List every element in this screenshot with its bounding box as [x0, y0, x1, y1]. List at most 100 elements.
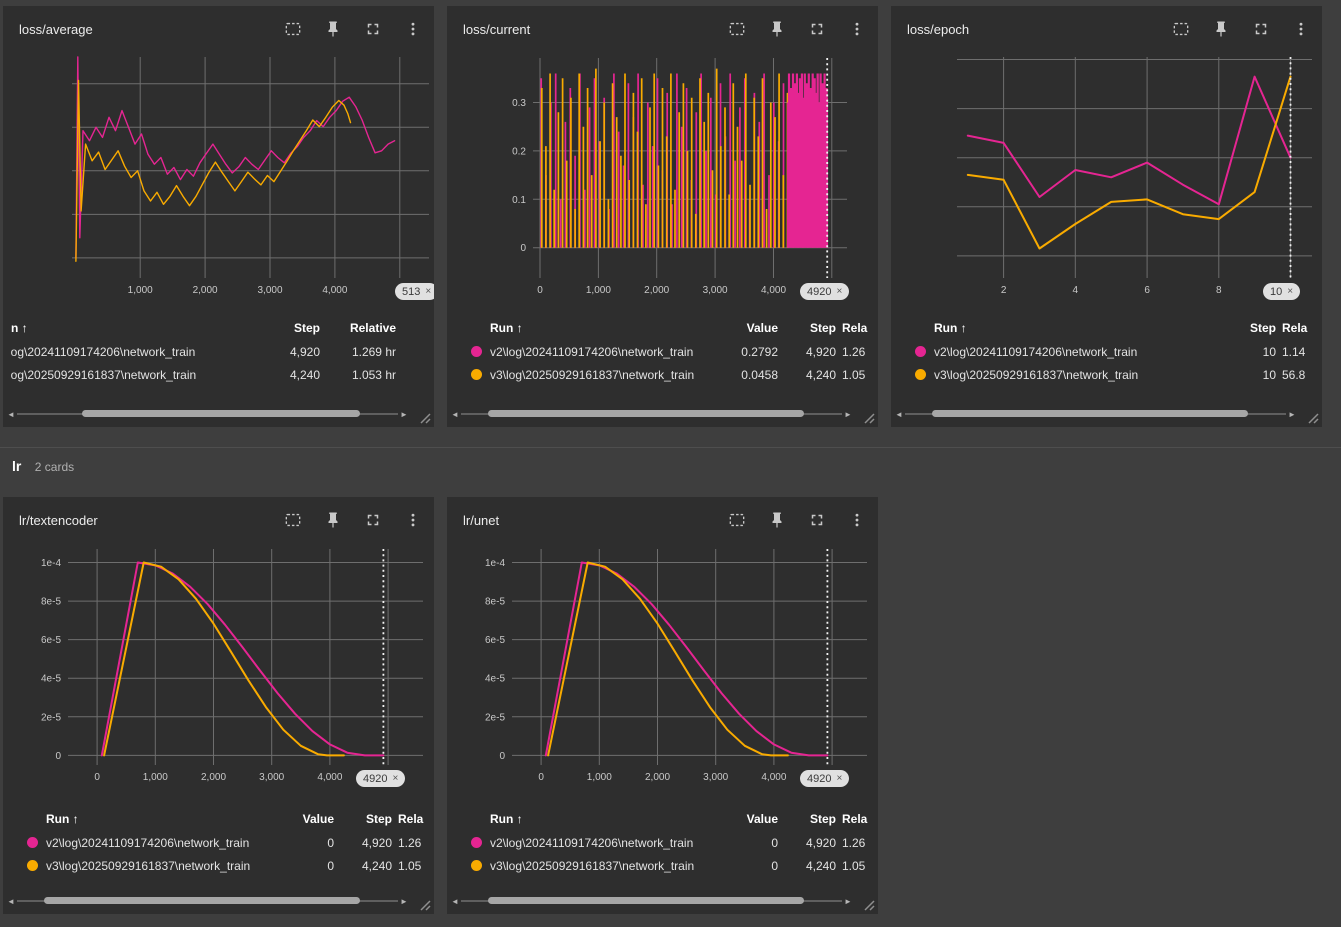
table-row[interactable]: v3\log\20250929161837\network_train 10 56.…	[891, 363, 1322, 386]
horizontal-scrollbar[interactable]: ◄ ►	[449, 894, 854, 908]
chart-canvas[interactable]: 0 1,000 2,000 3,000 4,000 0 2e-5 4e-5 6e-5 8e-5 1e…	[447, 543, 878, 791]
scroll-right-icon[interactable]: ►	[398, 410, 410, 419]
scroll-right-icon[interactable]: ►	[1286, 410, 1298, 419]
column-header-step[interactable]: Step	[784, 321, 836, 335]
fullscreen-button[interactable]	[360, 16, 386, 42]
scrollbar-track[interactable]	[17, 407, 398, 421]
chart-canvas[interactable]: 2 4 6 8	[891, 52, 1322, 300]
scrollbar-thumb[interactable]	[43, 897, 360, 904]
column-header-rela[interactable]: Rela	[1282, 321, 1322, 335]
run-color-dot[interactable]	[471, 837, 482, 848]
horizontal-scrollbar[interactable]: ◄ ►	[5, 407, 410, 421]
badge-close-icon[interactable]: ×	[836, 286, 842, 297]
fit-to-data-button[interactable]	[280, 507, 306, 533]
scroll-right-icon[interactable]: ►	[398, 897, 410, 906]
column-header-run[interactable]: Run ↑	[11, 321, 256, 335]
column-header-rela[interactable]: Rela	[842, 321, 878, 335]
chart-canvas[interactable]: 0 1,000 2,000 3,000 4,000 0 2e-5 4e-5 6e-5 8e-5 1e…	[3, 543, 434, 791]
column-header-value[interactable]: Value	[722, 812, 778, 826]
chart-area[interactable]: 1,000 2,000 3,000 4,000 513 ×	[3, 52, 434, 300]
fullscreen-button[interactable]	[360, 507, 386, 533]
column-header-rela[interactable]: Rela	[398, 812, 434, 826]
fit-to-data-button[interactable]	[1168, 16, 1194, 42]
scrollbar-track[interactable]	[17, 894, 398, 908]
more-options-button[interactable]	[400, 507, 426, 533]
column-header-value[interactable]: Value	[278, 812, 334, 826]
resize-handle[interactable]	[862, 898, 875, 911]
column-header-step[interactable]: Step	[784, 812, 836, 826]
scrollbar-track[interactable]	[461, 894, 842, 908]
column-header-value[interactable]: Value	[722, 321, 778, 335]
step-selector-badge[interactable]: 4920 ×	[356, 770, 406, 787]
table-row[interactable]: v2\log\20241109174206\network_train 0 4,92…	[3, 831, 434, 854]
fit-to-data-button[interactable]	[280, 16, 306, 42]
table-row[interactable]: v2\log\20241109174206\network_train 4,920…	[3, 340, 434, 363]
resize-handle[interactable]	[418, 898, 431, 911]
column-header-step[interactable]: Step	[340, 812, 392, 826]
step-selector-badge[interactable]: 4920 ×	[800, 770, 850, 787]
step-selector-badge[interactable]: 10 ×	[1263, 283, 1301, 300]
resize-handle[interactable]	[418, 411, 431, 424]
column-header-run[interactable]: Run ↑	[471, 321, 716, 335]
scrollbar-thumb[interactable]	[487, 410, 804, 417]
more-options-button[interactable]	[844, 16, 870, 42]
step-selector-badge[interactable]: 513 ×	[395, 283, 434, 300]
step-selector-badge[interactable]: 4920 ×	[800, 283, 850, 300]
chart-area[interactable]: 2 4 6 8 10 ×	[891, 52, 1322, 300]
pin-card-button[interactable]	[320, 507, 346, 533]
run-color-dot[interactable]	[27, 837, 38, 848]
horizontal-scrollbar[interactable]: ◄ ►	[893, 407, 1298, 421]
fullscreen-button[interactable]	[804, 16, 830, 42]
badge-close-icon[interactable]: ×	[836, 773, 842, 784]
badge-close-icon[interactable]: ×	[425, 286, 431, 297]
chart-canvas[interactable]: 0 1,000 2,000 3,000 4,000 0 0.1 0.2 0.3	[447, 52, 878, 300]
table-row[interactable]: v3\log\20250929161837\network_train 4,240…	[3, 363, 434, 386]
scroll-right-icon[interactable]: ►	[842, 897, 854, 906]
scroll-left-icon[interactable]: ◄	[5, 410, 17, 419]
run-color-dot[interactable]	[27, 860, 38, 871]
scrollbar-thumb[interactable]	[931, 410, 1248, 417]
chart-area[interactable]: 0 1,000 2,000 3,000 4,000 0 0.1 0.2 0.3 4920 ×	[447, 52, 878, 300]
pin-card-button[interactable]	[320, 16, 346, 42]
fit-to-data-button[interactable]	[724, 16, 750, 42]
scrollbar-thumb[interactable]	[487, 897, 804, 904]
chart-area[interactable]: 0 1,000 2,000 3,000 4,000 0 2e-5 4e-5 6e-5 8e-5 1e…	[3, 543, 434, 791]
badge-close-icon[interactable]: ×	[392, 773, 398, 784]
fullscreen-button[interactable]	[1248, 16, 1274, 42]
column-header-run[interactable]: Run ↑	[27, 812, 272, 826]
horizontal-scrollbar[interactable]: ◄ ►	[5, 894, 410, 908]
run-color-dot[interactable]	[471, 369, 482, 380]
column-header-run[interactable]: Run ↑	[471, 812, 716, 826]
more-options-button[interactable]	[400, 16, 426, 42]
more-options-button[interactable]	[844, 507, 870, 533]
run-color-dot[interactable]	[471, 860, 482, 871]
scroll-right-icon[interactable]: ►	[842, 410, 854, 419]
column-header-step[interactable]: Step	[262, 321, 320, 335]
pin-card-button[interactable]	[764, 16, 790, 42]
table-row[interactable]: v2\log\20241109174206\network_train 0.279…	[447, 340, 878, 363]
scroll-left-icon[interactable]: ◄	[893, 410, 905, 419]
scrollbar-thumb[interactable]	[81, 410, 360, 417]
column-header-relative[interactable]: Relative	[326, 321, 396, 335]
pin-card-button[interactable]	[1208, 16, 1234, 42]
scroll-left-icon[interactable]: ◄	[449, 410, 461, 419]
table-row[interactable]: v3\log\20250929161837\network_train 0 4,24…	[447, 854, 878, 877]
run-color-dot[interactable]	[915, 369, 926, 380]
chart-area[interactable]: 0 1,000 2,000 3,000 4,000 0 2e-5 4e-5 6e-5 8e-5 1e…	[447, 543, 878, 791]
resize-handle[interactable]	[862, 411, 875, 424]
run-color-dot[interactable]	[915, 346, 926, 357]
table-row[interactable]: v2\log\20241109174206\network_train 0 4,92…	[447, 831, 878, 854]
more-options-button[interactable]	[1288, 16, 1314, 42]
pin-card-button[interactable]	[764, 507, 790, 533]
run-color-dot[interactable]	[471, 346, 482, 357]
table-row[interactable]: v2\log\20241109174206\network_train 10 1.1…	[891, 340, 1322, 363]
scrollbar-track[interactable]	[905, 407, 1286, 421]
horizontal-scrollbar[interactable]: ◄ ►	[449, 407, 854, 421]
chart-canvas[interactable]: 1,000 2,000 3,000 4,000	[3, 52, 434, 300]
column-header-run[interactable]: Run ↑	[915, 321, 1218, 335]
table-row[interactable]: v3\log\20250929161837\network_train 0.045…	[447, 363, 878, 386]
fullscreen-button[interactable]	[804, 507, 830, 533]
column-header-step[interactable]: Step	[1224, 321, 1276, 335]
column-header-rela[interactable]: Rela	[842, 812, 878, 826]
scroll-left-icon[interactable]: ◄	[5, 897, 17, 906]
